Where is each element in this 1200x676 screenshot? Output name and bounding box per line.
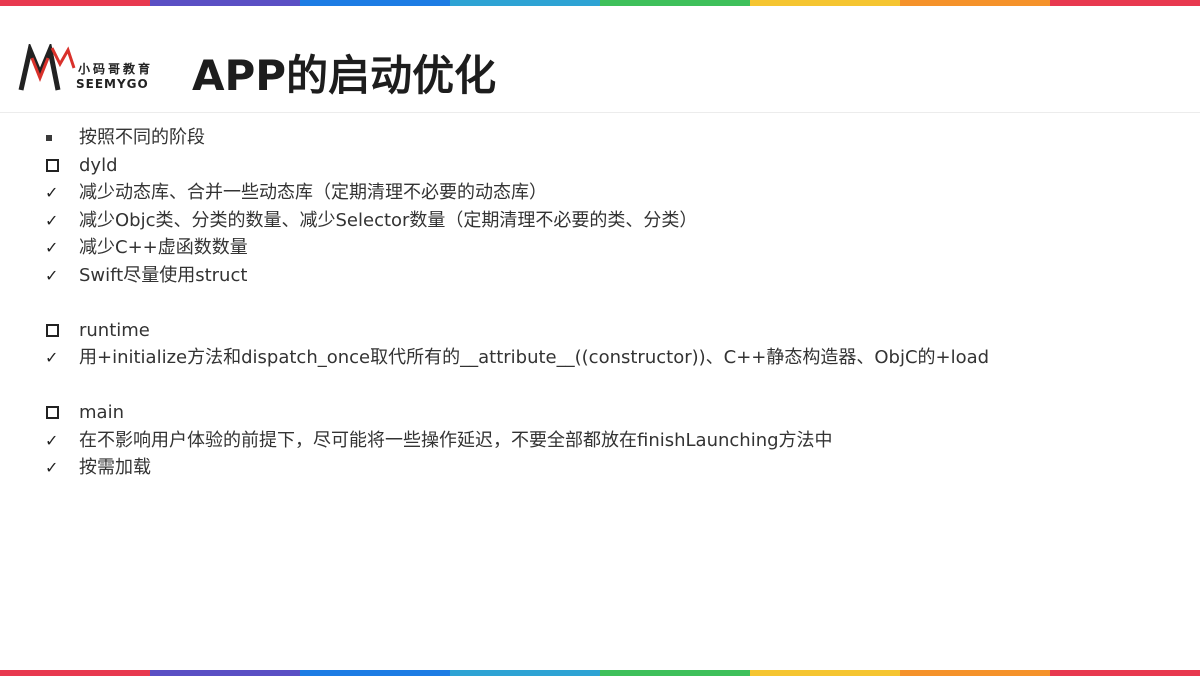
checkmark-glyph: ✓ xyxy=(45,458,59,477)
checkmark-bullet-icon: ✓ xyxy=(44,344,66,372)
checkmark-glyph: ✓ xyxy=(45,210,59,230)
bottom-color-stripe xyxy=(0,670,1200,676)
bullet-list: 按照不同的阶段 dyld ✓ 减少动态库、合并一些动态库（定期清理不必要的动态库） ✓ 减… xyxy=(44,124,1164,482)
list-item-text: runtime xyxy=(79,319,150,341)
list-item-text: 在不影响用户体验的前提下，尽可能将一些操作延迟，不要全部都放在finishLau… xyxy=(79,429,833,451)
list-item: 按照不同的阶段 xyxy=(44,124,1164,152)
list-item: ✓ 减少Objc类、分类的数量、减少Selector数量（定期清理不必要的类、分类… xyxy=(44,207,1164,235)
logo-m-mark-icon xyxy=(18,44,76,91)
stripe-segment xyxy=(150,670,300,676)
list-item-text: 减少Objc类、分类的数量、减少Selector数量（定期清理不必要的类、分类） xyxy=(79,209,698,231)
list-item-text: main xyxy=(79,402,124,423)
slide-header: 小码哥教育 SEEMYGO APP的启动优化 xyxy=(0,6,1200,113)
checkmark-bullet-icon: ✓ xyxy=(44,427,66,455)
checkmark-glyph: ✓ xyxy=(45,238,59,257)
list-item: ✓ 减少动态库、合并一些动态库（定期清理不必要的动态库） xyxy=(44,179,1164,207)
list-item-text: 减少C++虚函数数量 xyxy=(79,237,248,258)
list-item-text: 按需加载 xyxy=(79,457,151,478)
checkmark-glyph: ✓ xyxy=(45,430,59,450)
list-item: ✓ Swift尽量使用struct xyxy=(44,262,1164,290)
list-item: ✓ 用+initialize方法和dispatch_once取代所有的__attr… xyxy=(44,344,1164,372)
hollow-square-shape xyxy=(46,158,59,172)
stripe-segment xyxy=(600,670,750,676)
list-item-text: 用+initialize方法和dispatch_once取代所有的__attri… xyxy=(79,347,990,368)
checkmark-glyph: ✓ xyxy=(45,183,59,202)
checkmark-bullet-icon: ✓ xyxy=(44,234,66,262)
hollow-square-shape xyxy=(46,323,59,337)
stripe-segment xyxy=(0,670,150,676)
stripe-segment xyxy=(300,670,450,676)
list-item: runtime xyxy=(44,317,1164,345)
list-item-text: 按照不同的阶段 xyxy=(79,127,205,148)
list-item-text: 减少动态库、合并一些动态库（定期清理不必要的动态库） xyxy=(79,182,547,203)
checkmark-glyph: ✓ xyxy=(45,348,59,367)
brand-logo: 小码哥教育 SEEMYGO xyxy=(18,44,178,94)
checkmark-bullet-icon: ✓ xyxy=(44,179,66,207)
hollow-square-bullet-icon xyxy=(44,152,66,180)
checkmark-glyph: ✓ xyxy=(45,265,59,285)
slide-title: APP的启动优化 xyxy=(192,51,497,100)
stripe-segment xyxy=(1050,670,1200,676)
list-item: ✓ 按需加载 xyxy=(44,454,1164,482)
list-item: main xyxy=(44,399,1164,427)
logo-chinese-text: 小码哥教育 xyxy=(78,62,154,76)
hollow-square-bullet-icon xyxy=(44,317,66,345)
checkmark-bullet-icon: ✓ xyxy=(44,207,66,235)
list-item-text: Swift尽量使用struct xyxy=(79,264,248,286)
checkmark-bullet-icon: ✓ xyxy=(44,262,66,290)
list-item: ✓ 在不影响用户体验的前提下，尽可能将一些操作延迟，不要全部都放在finishLa… xyxy=(44,427,1164,455)
logo-english-text: SEEMYGO xyxy=(76,77,149,91)
square-bullet-shape xyxy=(46,134,52,141)
stripe-segment xyxy=(450,670,600,676)
list-item-text: dyld xyxy=(79,154,118,176)
hollow-square-bullet-icon xyxy=(44,399,66,427)
square-bullet-icon xyxy=(44,124,66,152)
stripe-segment xyxy=(900,670,1050,676)
stripe-segment xyxy=(750,670,900,676)
list-item: ✓ 减少C++虚函数数量 xyxy=(44,234,1164,262)
list-item: dyld xyxy=(44,152,1164,180)
hollow-square-shape xyxy=(46,406,59,420)
checkmark-bullet-icon: ✓ xyxy=(44,454,66,482)
